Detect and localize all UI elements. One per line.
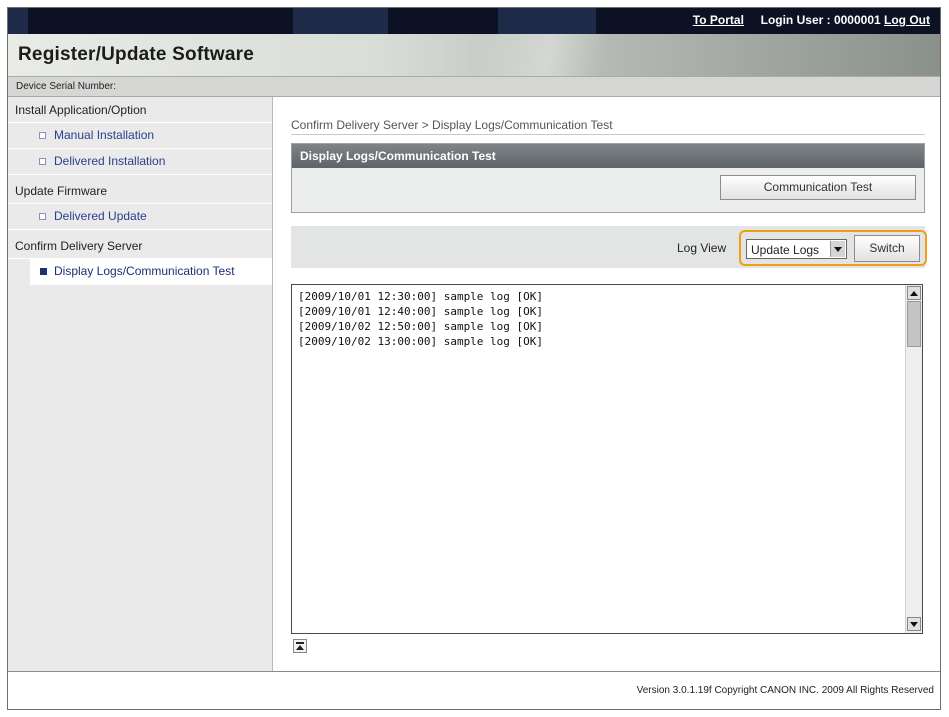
log-line: [2009/10/02 13:00:00] sample log [OK] — [298, 335, 544, 348]
vertical-scrollbar[interactable] — [905, 285, 922, 633]
log-view-bar: Log View Update Logs Switch — [291, 226, 927, 268]
chevron-down-icon[interactable] — [830, 241, 845, 257]
bullet-icon — [39, 213, 46, 220]
sidebar-heading-update-firmware: Update Firmware — [8, 178, 272, 204]
bullet-icon — [39, 132, 46, 139]
bullet-icon — [39, 158, 46, 165]
sidebar-heading-confirm-delivery-server: Confirm Delivery Server — [8, 233, 272, 259]
version-copyright: Version 3.0.1.19f Copyright CANON INC. 2… — [636, 685, 934, 696]
sidebar-item-label: Delivered Installation — [54, 154, 166, 168]
log-view-label: Log View — [677, 241, 727, 255]
log-lines: [2009/10/01 12:30:00] sample log [OK] [20… — [298, 289, 543, 349]
sidebar-item-label: Manual Installation — [54, 128, 155, 142]
sidebar-item-delivered-update[interactable]: Delivered Update — [8, 204, 272, 230]
top-bar: To Portal Login User : 0000001 Log Out — [8, 8, 940, 34]
log-line: [2009/10/01 12:40:00] sample log [OK] — [298, 305, 544, 318]
topbar-links: To Portal Login User : 0000001 Log Out — [693, 13, 930, 27]
log-line: [2009/10/01 12:30:00] sample log [OK] — [298, 290, 544, 303]
log-view-selected-value: Update Logs — [751, 243, 820, 257]
scroll-down-icon[interactable] — [907, 617, 921, 631]
sidebar: Install Application/Option Manual Instal… — [8, 97, 273, 671]
topbar-segment — [498, 8, 596, 34]
sidebar-item-delivered-installation[interactable]: Delivered Installation — [8, 149, 272, 175]
to-portal-link[interactable]: To Portal — [693, 13, 744, 27]
app-window: To Portal Login User : 0000001 Log Out R… — [7, 7, 941, 710]
log-out-link[interactable]: Log Out — [884, 13, 930, 27]
sidebar-item-manual-installation[interactable]: Manual Installation — [8, 123, 272, 149]
serial-number-label: Device Serial Number: — [16, 81, 117, 92]
communication-test-button[interactable]: Communication Test — [720, 175, 916, 200]
panel-title: Display Logs/Communication Test — [292, 144, 924, 168]
sidebar-item-display-logs[interactable]: Display Logs/Communication Test — [30, 259, 272, 285]
main-content: Confirm Delivery Server > Display Logs/C… — [274, 97, 940, 671]
back-to-top-icon[interactable] — [293, 639, 307, 653]
bullet-icon — [40, 268, 47, 275]
page-title: Register/Update Software — [18, 44, 255, 65]
header-decoration — [478, 34, 658, 76]
sidebar-item-label: Delivered Update — [54, 209, 147, 223]
breadcrumb: Confirm Delivery Server > Display Logs/C… — [291, 118, 613, 132]
log-view-select[interactable]: Update Logs — [746, 239, 847, 259]
scroll-up-icon[interactable] — [907, 286, 921, 300]
breadcrumb-divider — [291, 134, 925, 135]
login-user-label: Login User : 0000001 — [760, 13, 881, 27]
topbar-segment — [8, 8, 28, 34]
sidebar-heading-install: Install Application/Option — [8, 97, 272, 123]
display-logs-panel: Display Logs/Communication Test Communic… — [291, 143, 925, 213]
serial-number-bar: Device Serial Number: — [8, 76, 940, 97]
log-textarea[interactable]: [2009/10/01 12:30:00] sample log [OK] [20… — [291, 284, 923, 634]
page-header: Register/Update Software — [8, 34, 940, 76]
sidebar-item-label: Display Logs/Communication Test — [54, 264, 235, 278]
topbar-segment — [293, 8, 388, 34]
footer: Version 3.0.1.19f Copyright CANON INC. 2… — [8, 671, 940, 709]
log-line: [2009/10/02 12:50:00] sample log [OK] — [298, 320, 544, 333]
switch-button[interactable]: Switch — [854, 235, 920, 262]
scrollbar-thumb[interactable] — [907, 301, 921, 347]
